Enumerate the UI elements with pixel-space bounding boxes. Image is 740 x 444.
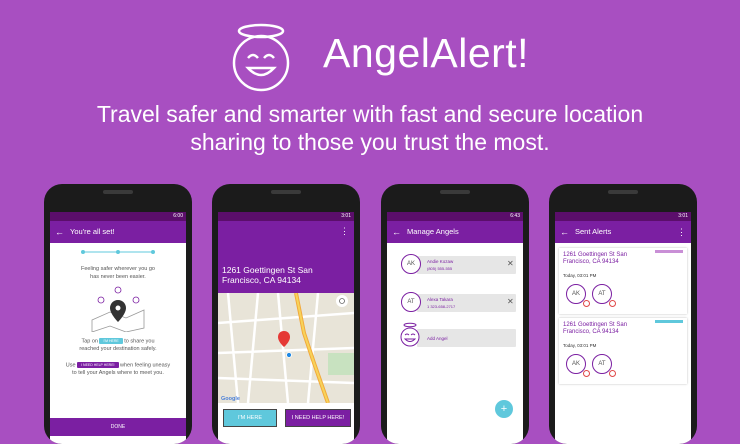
alert-address-line2: Francisco, CA 94134 [563,329,619,335]
alert-bar-2 [655,320,683,323]
screen-title: You're all set! [70,227,115,236]
speaker [103,190,133,194]
alert-card-1[interactable]: 1261 Goettingen St San Francisco, CA 941… [559,248,687,314]
status-dot [583,300,590,307]
alert-address-line1: 1261 Goettingen St San [563,322,628,328]
close-icon[interactable]: ✕ [507,297,514,306]
speaker [271,190,301,194]
tagline-line2: sharing to those you trust the most. [190,129,550,155]
use-suffix: when feeling uneasy [120,362,171,369]
current-address: 1261 Goettingen St San Francisco, CA 941… [222,265,313,285]
need-help-button[interactable]: I NEED HELP HERE! [285,409,351,427]
phone-mockup-location: 3:01 ⋮ 1261 Goettingen St San Francisco,… [212,184,360,444]
im-here-pill: I'M HERE [99,338,123,344]
map-view[interactable] [218,293,354,403]
progress-steps [81,250,155,254]
add-angel-label: Add Angel [427,336,448,341]
app-bar: ← Sent Alerts ⋮ [555,221,691,243]
use-line2: to tell your Angels where to meet you. [72,370,164,376]
tap-suffix: to share you [124,338,155,345]
close-icon[interactable]: ✕ [507,259,514,268]
app-title: AngelAlert! [323,30,530,76]
screen-alerts: 3:01 ← Sent Alerts ⋮ 1261 Goettingen St … [555,212,691,444]
more-vert-icon[interactable]: ⋮ [340,226,349,237]
status-dot [609,300,616,307]
more-vert-icon[interactable]: ⋮ [677,221,686,243]
arrow-left-icon[interactable]: ← [55,221,64,243]
add-fab-button[interactable]: + [495,400,513,418]
map-attribution: Google [221,396,240,402]
arrow-left-icon[interactable]: ← [560,221,569,243]
alert-address-2: 1261 Goettingen St San Francisco, CA 941… [563,322,627,336]
address-header: ⋮ 1261 Goettingen St San Francisco, CA 9… [218,221,354,293]
status-bar: 6:00 [50,212,186,221]
angel-phone-1: (805) 555-555 [427,266,453,271]
status-bar: 3:01 [555,212,691,221]
status-dot [609,370,616,377]
angel-avatar-1: AK [401,254,421,274]
alert-address-line2: Francisco, CA 94134 [563,259,619,265]
tagline-line1: Travel safer and smarter with fast and s… [96,101,644,127]
intro-line1: Feeling safer wherever you go [81,266,155,272]
angel-avatar-2: AT [401,292,421,312]
screen-title: Manage Angels [407,227,459,236]
angel-name-2: Alexa Takara [427,297,453,302]
angel-smiley-icon [400,322,420,347]
alert-time-1: Today, 03:01 PM [563,273,597,278]
screen-angels: 6:43 ← Manage Angels AK Andie Kozaw (805… [387,212,523,444]
screen-location: 3:01 ⋮ 1261 Goettingen St San Francisco,… [218,212,354,444]
angel-name-1: Andie Kozaw [427,259,454,264]
phone-mockup-alerts: 3:01 ← Sent Alerts ⋮ 1261 Goettingen St … [549,184,697,444]
tap-instruction: Tap on I'M HERE to share you [50,338,186,344]
phone-mockup-setup: 6:00 ← You're all set! Feeling safer whe… [44,184,192,444]
phone-mockup-angels: 6:43 ← Manage Angels AK Andie Kozaw (805… [381,184,529,444]
done-button[interactable]: DONE [50,418,186,436]
im-here-button[interactable]: I'M HERE [223,409,277,427]
intro-line2: has never been easier. [90,274,146,280]
map-illustration [91,286,145,332]
tap-line2: reached your destination safely. [79,346,157,352]
app-bar: ← Manage Angels [387,221,523,243]
speaker [440,190,470,194]
use-prefix: Use [65,362,76,369]
screen-title: Sent Alerts [575,227,612,236]
angel-smiley-icon [232,23,290,92]
screen-setup: 6:00 ← You're all set! Feeling safer whe… [50,212,186,444]
alert-address-1: 1261 Goettingen St San Francisco, CA 941… [563,252,627,266]
address-line2: Francisco, CA 94134 [222,275,301,285]
tagline: Travel safer and smarter with fast and s… [0,100,740,156]
alert-address-line1: 1261 Goettingen St San [563,252,628,258]
need-help-pill: I NEED HELP HERE! [77,362,119,368]
alert-card-2[interactable]: 1261 Goettingen St San Francisco, CA 941… [559,318,687,384]
app-bar: ← You're all set! [50,221,186,243]
angel-phone-2: 1 323-658-2717 [427,304,456,309]
alert-time-2: Today, 03:01 PM [563,343,597,348]
alert-bar-1 [655,250,683,253]
status-bar: 3:01 [218,212,354,221]
use-instruction: Use I NEED HELP HERE! when feeling uneas… [50,362,186,368]
tap-prefix: Tap on [81,338,98,345]
status-bar: 6:43 [387,212,523,221]
arrow-left-icon[interactable]: ← [392,221,401,243]
status-dot [583,370,590,377]
address-line1: 1261 Goettingen St San [222,265,313,275]
speaker [608,190,638,194]
